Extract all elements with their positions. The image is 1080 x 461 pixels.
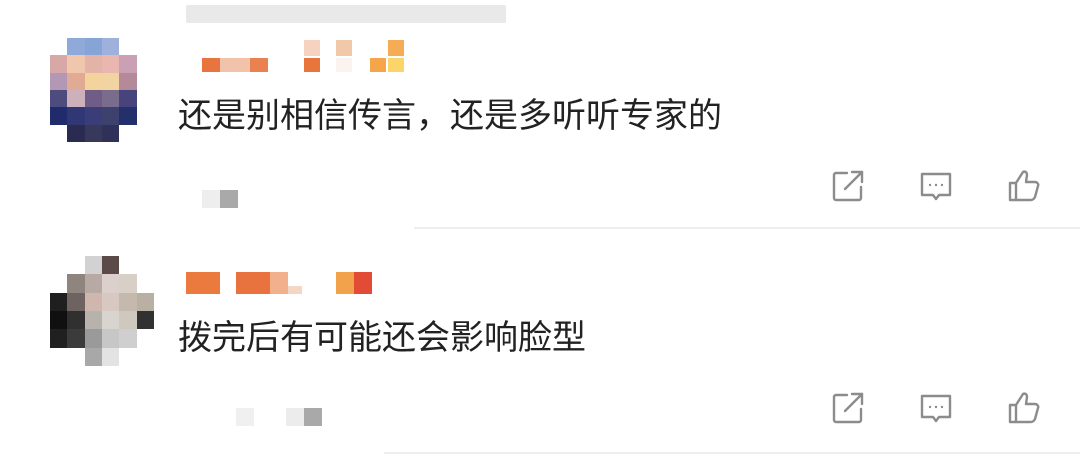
comment-text: 还是别相信传言，还是多听听专家的 (178, 96, 722, 136)
comment-meta-obscured (202, 190, 238, 210)
avatar[interactable] (50, 38, 154, 142)
avatar[interactable] (50, 256, 154, 366)
comment-actions (830, 168, 1042, 204)
thumbs-up-icon[interactable] (1006, 390, 1042, 426)
comment-icon[interactable] (918, 168, 954, 204)
divider (384, 452, 1080, 454)
share-icon[interactable] (830, 390, 866, 426)
comment-item: 拨完后有可能还会影响脸型 (0, 230, 1080, 461)
comment-icon[interactable] (918, 390, 954, 426)
comment-meta-obscured (236, 408, 326, 428)
thumbs-up-icon[interactable] (1006, 168, 1042, 204)
comment-item: 还是别相信传言，还是多听听专家的 (0, 0, 1080, 230)
divider (414, 227, 1080, 229)
username-obscured[interactable] (186, 268, 420, 302)
comment-text: 拨完后有可能还会影响脸型 (178, 318, 586, 358)
username-obscured[interactable] (200, 40, 420, 74)
share-icon[interactable] (830, 168, 866, 204)
comment-actions (830, 390, 1042, 426)
